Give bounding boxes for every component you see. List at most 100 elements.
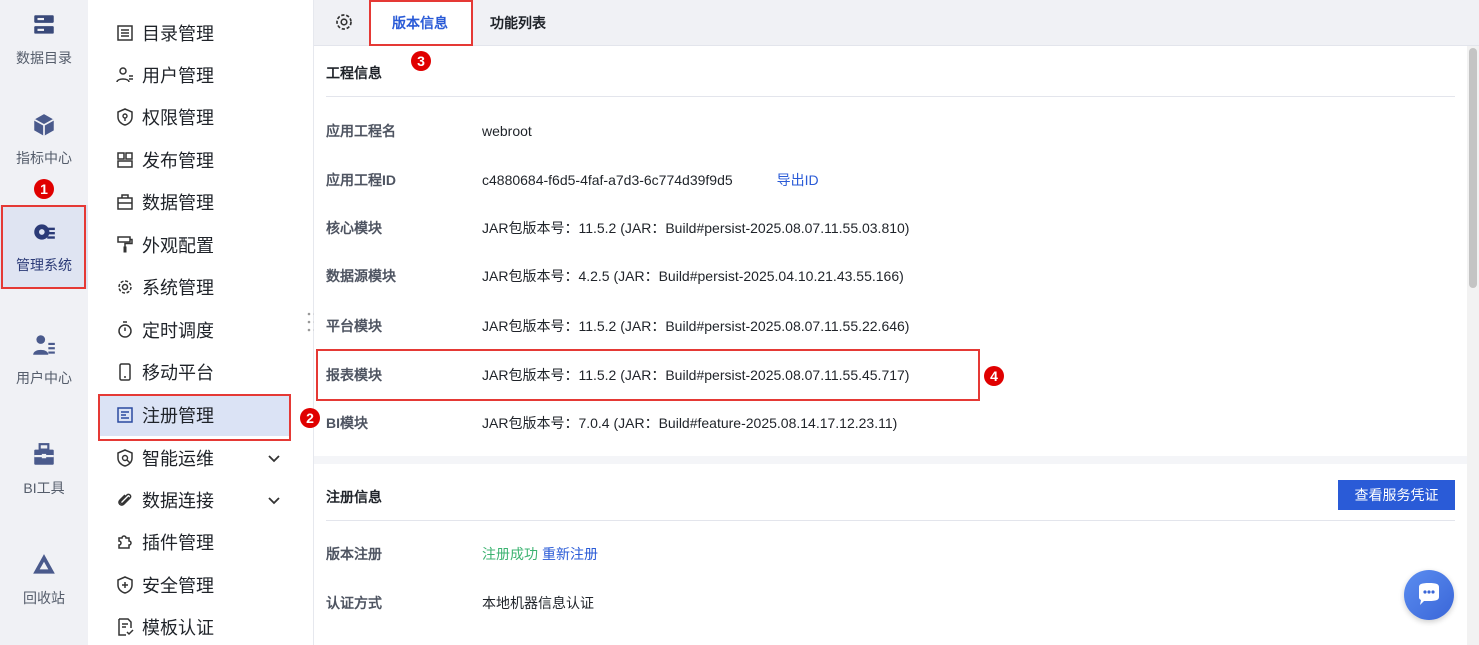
register-icon xyxy=(117,407,133,423)
menu-item-template-auth[interactable]: 模板认证 xyxy=(98,606,290,645)
registration-info-card: 注册信息 版本注册 注册成功 重新注册 认证方式 本地机器信息认证 xyxy=(314,464,1467,645)
menu-item-appearance-config[interactable]: 外观配置 xyxy=(98,224,290,266)
rail-item-bi-tools[interactable]: BI工具 xyxy=(0,415,88,525)
app-window: 数据目录 指标中心 管理系统 用户中心 BI工具 回收站 目录管理 用户管理 权… xyxy=(0,0,1479,645)
ops-icon xyxy=(117,449,133,467)
row-value: JAR包版本号：4.2.5 (JAR：Build#persist-2025.04… xyxy=(482,268,904,284)
row-key: 报表模块 xyxy=(326,367,382,383)
puzzle-icon xyxy=(118,535,132,549)
menu-item-label: 权限管理 xyxy=(142,108,214,128)
menu-item-label: 插件管理 xyxy=(142,533,214,553)
user-icon xyxy=(116,67,133,83)
step-badge-2: 2 xyxy=(300,408,320,428)
database-icon xyxy=(34,15,54,34)
tab-bar: 版本信息 功能列表 xyxy=(314,0,1479,46)
row-value: c4880684-f6d5-4faf-a7d3-6c774d39f9d5 xyxy=(482,172,733,188)
rail-item-label: BI工具 xyxy=(23,480,65,496)
menu-item-publish-management[interactable]: 发布管理 xyxy=(98,139,290,181)
chevron-down-icon[interactable] xyxy=(266,492,282,508)
section-title-project: 工程信息 xyxy=(326,65,382,81)
section-title-registration: 注册信息 xyxy=(326,489,382,505)
paperclip-icon xyxy=(118,493,132,506)
recycle-icon xyxy=(33,554,55,574)
row-value: webroot xyxy=(482,123,532,139)
info-row-core-module: 核心模块 JAR包版本号：11.5.2 (JAR：Build#persist-2… xyxy=(326,218,909,238)
rail-item-label: 数据目录 xyxy=(16,50,72,66)
gear-list-icon xyxy=(34,224,55,240)
settings-gear-icon[interactable] xyxy=(334,12,354,32)
chevron-down-icon[interactable] xyxy=(266,450,282,466)
list-icon xyxy=(117,25,133,41)
layout-icon xyxy=(117,152,133,168)
info-row-report-module: 报表模块 JAR包版本号：11.5.2 (JAR：Build#persist-2… xyxy=(326,365,909,385)
menu-item-label: 发布管理 xyxy=(142,151,214,171)
tab-version-info[interactable]: 版本信息 xyxy=(371,0,471,46)
menu-item-label: 数据连接 xyxy=(142,491,214,511)
registration-status: 注册成功 xyxy=(482,546,538,562)
info-row-datasource-module: 数据源模块 JAR包版本号：4.2.5 (JAR：Build#persist-2… xyxy=(326,266,904,286)
row-key: 认证方式 xyxy=(326,595,382,611)
shield-lock-icon xyxy=(117,108,133,126)
menu-item-registration-management[interactable]: 注册管理 xyxy=(98,394,290,436)
paint-roller-icon xyxy=(117,236,133,253)
menu-item-plugin-management[interactable]: 插件管理 xyxy=(98,521,290,563)
rail-item-label: 回收站 xyxy=(23,590,65,606)
rail-item-recycle-bin[interactable]: 回收站 xyxy=(0,525,88,635)
menu-item-system-management[interactable]: 系统管理 xyxy=(98,266,290,308)
divider xyxy=(326,96,1455,97)
re-register-link[interactable]: 重新注册 xyxy=(542,544,598,564)
chat-assistant-button[interactable] xyxy=(1404,570,1454,620)
divider xyxy=(326,520,1455,521)
info-row-version-registration: 版本注册 注册成功 重新注册 xyxy=(326,544,598,564)
main-nav-rail: 数据目录 指标中心 管理系统 用户中心 BI工具 回收站 xyxy=(0,0,88,645)
rail-item-data-catalog[interactable]: 数据目录 xyxy=(0,0,88,95)
menu-item-data-management[interactable]: 数据管理 xyxy=(98,181,290,223)
row-key: BI模块 xyxy=(326,415,368,431)
step-badge-3: 3 xyxy=(411,51,431,71)
stopwatch-icon xyxy=(118,321,132,338)
menu-item-smart-ops[interactable]: 智能运维 xyxy=(98,437,290,479)
menu-item-label: 模板认证 xyxy=(142,618,214,638)
main-content: 工程信息 应用工程名 webroot 应用工程ID c4880684-f6d5-… xyxy=(314,46,1467,645)
project-info-card: 工程信息 应用工程名 webroot 应用工程ID c4880684-f6d5-… xyxy=(314,46,1467,456)
row-value: JAR包版本号：11.5.2 (JAR：Build#persist-2025.0… xyxy=(482,220,910,236)
rail-item-user-center[interactable]: 用户中心 xyxy=(0,305,88,415)
menu-item-data-connection[interactable]: 数据连接 xyxy=(98,479,290,521)
menu-item-label: 智能运维 xyxy=(142,449,214,469)
cube-icon xyxy=(33,114,55,136)
row-key: 核心模块 xyxy=(326,220,382,236)
info-row-platform-module: 平台模块 JAR包版本号：11.5.2 (JAR：Build#persist-2… xyxy=(326,316,909,336)
info-row-auth-method: 认证方式 本地机器信息认证 xyxy=(326,593,594,613)
row-key: 数据源模块 xyxy=(326,268,396,284)
step-badge-4: 4 xyxy=(984,366,1004,386)
menu-item-catalog-management[interactable]: 目录管理 xyxy=(98,12,290,54)
scrollbar-thumb[interactable] xyxy=(1469,48,1477,288)
info-row-app-name: 应用工程名 webroot xyxy=(326,121,532,141)
rail-item-admin-system[interactable]: 管理系统 xyxy=(0,205,88,289)
menu-item-mobile-platform[interactable]: 移动平台 xyxy=(98,351,290,393)
mobile-icon xyxy=(119,363,131,381)
menu-item-label: 外观配置 xyxy=(142,236,214,256)
menu-item-permission-management[interactable]: 权限管理 xyxy=(98,96,290,138)
rail-item-label: 指标中心 xyxy=(16,150,72,166)
menu-item-security-management[interactable]: 安全管理 xyxy=(98,564,290,606)
menu-item-user-management[interactable]: 用户管理 xyxy=(98,54,290,96)
view-service-credential-button[interactable]: 查看服务凭证 xyxy=(1338,480,1455,510)
menu-item-label: 数据管理 xyxy=(142,193,214,213)
row-value: JAR包版本号：7.0.4 (JAR：Build#feature-2025.08… xyxy=(482,415,898,431)
menu-item-label: 系统管理 xyxy=(142,278,214,298)
menu-item-label: 定时调度 xyxy=(142,321,214,341)
menu-item-label: 用户管理 xyxy=(142,66,214,86)
tab-label: 功能列表 xyxy=(490,15,546,31)
tab-feature-list[interactable]: 功能列表 xyxy=(490,0,570,46)
gear-icon xyxy=(118,280,132,294)
tab-label: 版本信息 xyxy=(392,15,448,31)
rail-item-label: 用户中心 xyxy=(16,370,72,386)
chat-bubble-icon xyxy=(1419,583,1439,605)
export-id-link[interactable]: 导出ID xyxy=(777,170,819,190)
admin-sub-menu: 目录管理 用户管理 权限管理 发布管理 数据管理 外观配置 系统管理 定时调度 xyxy=(88,0,314,645)
menu-item-label: 安全管理 xyxy=(142,576,214,596)
menu-item-scheduled-tasks[interactable]: 定时调度 xyxy=(98,309,290,351)
row-key: 应用工程ID xyxy=(326,172,396,188)
info-row-app-id: 应用工程ID c4880684-f6d5-4faf-a7d3-6c774d39f… xyxy=(326,170,819,190)
